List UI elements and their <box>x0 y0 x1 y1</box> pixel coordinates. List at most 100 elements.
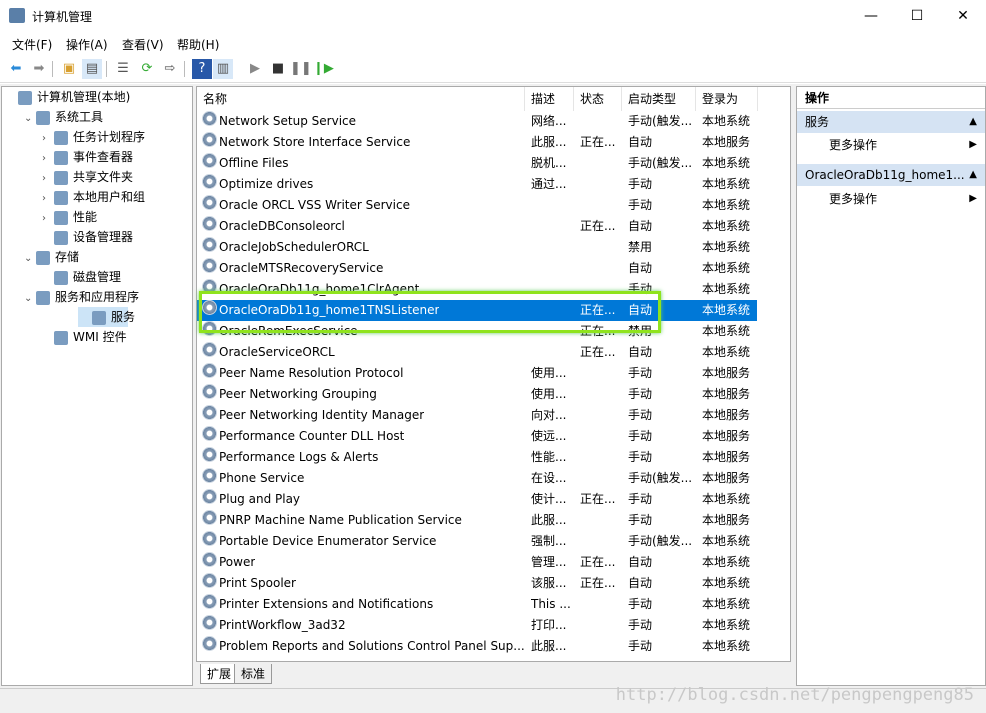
actions-section-selected-service[interactable]: OracleOraDb11g_home1... ▲ <box>797 164 985 186</box>
node-icon <box>54 190 68 205</box>
table-row[interactable]: OracleMTSRecoveryService 自动 本地系统 <box>197 258 757 279</box>
actions-section-services[interactable]: 服务 ▲ <box>797 111 985 133</box>
expander-icon[interactable]: › <box>42 129 54 149</box>
table-row[interactable]: Plug and Play 使计... 正在... 手动 本地系统 <box>197 489 757 510</box>
table-row[interactable]: OracleJobSchedulerORCL 禁用 本地系统 <box>197 237 757 258</box>
tree-item[interactable]: WMI 控件 <box>2 327 192 347</box>
column-header-description[interactable]: 描述 <box>525 87 574 111</box>
action-pane-icon[interactable]: ▥ <box>213 59 233 79</box>
service-startup-type: 手动 <box>628 198 653 212</box>
service-name: Printer Extensions and Notifications <box>219 597 434 611</box>
back-icon[interactable]: ⬅ <box>6 59 26 79</box>
more-actions-selected-service[interactable]: 更多操作 ▶ <box>797 188 985 210</box>
tree-item[interactable]: ⌄ 服务和应用程序 <box>2 287 192 307</box>
up-folder-icon[interactable]: ▣ <box>59 59 79 79</box>
menu-help[interactable]: 帮助(H) <box>177 36 219 53</box>
expander-icon[interactable]: ⌄ <box>24 249 36 269</box>
tree-item[interactable]: › 共享文件夹 <box>2 167 192 187</box>
table-row[interactable]: OracleServiceORCL 正在... 自动 本地系统 <box>197 342 757 363</box>
menu-view[interactable]: 查看(V) <box>122 36 164 53</box>
tree-item[interactable]: 磁盘管理 <box>2 267 192 287</box>
service-description: 使计... <box>531 492 567 506</box>
table-row[interactable]: Performance Logs & Alerts 性能... 手动 本地服务 <box>197 447 757 468</box>
stop-service-icon[interactable]: ■ <box>268 59 288 79</box>
column-header-name[interactable]: 名称 <box>197 87 525 111</box>
tab-standard[interactable]: 标准 <box>234 664 273 684</box>
tree-item-label: 系统工具 <box>55 110 104 124</box>
tree-item[interactable]: › 性能 <box>2 207 192 227</box>
table-row[interactable]: Network Setup Service 网络... 手动(触发... 本地系统 <box>197 111 757 132</box>
table-row[interactable]: Optimize drives 通过... 手动 本地系统 <box>197 174 757 195</box>
table-row[interactable]: PNRP Machine Name Publication Service 此服.… <box>197 510 757 531</box>
tree-item[interactable]: ⌄ 存储 <box>2 247 192 267</box>
column-header-startup-type[interactable]: 启动类型 <box>622 87 696 111</box>
more-actions-services[interactable]: 更多操作 ▶ <box>797 134 985 156</box>
help-icon[interactable]: ? <box>192 59 212 79</box>
tree-item[interactable]: › 任务计划程序 <box>2 127 192 147</box>
menu-action[interactable]: 操作(A) <box>66 36 108 53</box>
separator <box>184 61 185 77</box>
table-row[interactable]: OracleDBConsoleorcl 正在... 自动 本地系统 <box>197 216 757 237</box>
table-row[interactable]: Peer Name Resolution Protocol 使用... 手动 本地服务 <box>197 363 757 384</box>
table-row[interactable]: Power 管理... 正在... 自动 本地系统 <box>197 552 757 573</box>
pause-service-icon[interactable]: ❚❚ <box>290 59 312 79</box>
tab-extended[interactable]: 扩展 <box>200 664 239 684</box>
node-icon <box>54 130 68 145</box>
expander-icon[interactable]: › <box>42 189 54 209</box>
table-row[interactable]: Performance Counter DLL Host 使远... 手动 本地服务 <box>197 426 757 447</box>
table-row[interactable]: Network Store Interface Service 此服... 正在..… <box>197 132 757 153</box>
tree-item[interactable]: 设备管理器 <box>2 227 192 247</box>
service-name: Power <box>219 555 256 569</box>
table-row[interactable]: Problem Reports and Solutions Control Pa… <box>197 636 757 657</box>
properties-icon[interactable]: ☰ <box>113 59 133 79</box>
tree-item[interactable]: ⌄ 系统工具 <box>2 107 192 127</box>
restart-service-icon[interactable]: ❙▶ <box>313 59 334 79</box>
service-name: PrintWorkflow_3ad32 <box>219 618 346 632</box>
collapse-icon[interactable]: ▲ <box>969 164 977 186</box>
service-name: Offline Files <box>219 156 289 170</box>
collapse-icon[interactable]: ▲ <box>969 111 977 133</box>
service-name: OracleServiceORCL <box>219 345 335 359</box>
export-list-icon[interactable]: ⇨ <box>160 59 180 79</box>
service-gear-icon <box>202 531 217 546</box>
menu-file[interactable]: 文件(F) <box>12 36 52 53</box>
table-row[interactable]: Portable Device Enumerator Service 强制... 手… <box>197 531 757 552</box>
service-startup-type: 手动 <box>628 492 653 506</box>
expander-icon[interactable]: › <box>42 209 54 229</box>
table-row[interactable]: Peer Networking Grouping 使用... 手动 本地服务 <box>197 384 757 405</box>
service-gear-icon <box>202 237 217 252</box>
column-header-status[interactable]: 状态 <box>574 87 622 111</box>
service-logon-as: 本地系统 <box>702 345 751 359</box>
expander-icon[interactable]: ⌄ <box>24 289 36 309</box>
expander-icon[interactable]: › <box>42 169 54 189</box>
service-startup-type: 自动 <box>628 576 653 590</box>
table-row[interactable]: Oracle ORCL VSS Writer Service 手动 本地系统 <box>197 195 757 216</box>
show-hide-tree-icon[interactable]: ▤ <box>82 59 102 79</box>
table-row[interactable]: Peer Networking Identity Manager 向对... 手动 本… <box>197 405 757 426</box>
refresh-icon[interactable]: ⟳ <box>137 59 157 79</box>
expander-icon[interactable]: › <box>42 149 54 169</box>
close-button[interactable]: ✕ <box>940 0 986 32</box>
column-header-logon-as[interactable]: 登录为 <box>696 87 758 111</box>
minimize-button[interactable]: — <box>848 0 894 32</box>
table-row[interactable]: Print Spooler 该服... 正在... 自动 本地系统 <box>197 573 757 594</box>
tree-item[interactable]: 计算机管理(本地) <box>2 87 192 107</box>
table-row[interactable]: Phone Service 在设... 手动(触发... 本地服务 <box>197 468 757 489</box>
tree-item[interactable]: › 本地用户和组 <box>2 187 192 207</box>
service-gear-icon <box>202 258 217 273</box>
tree-item[interactable]: 服务 <box>78 307 135 327</box>
service-name: Phone Service <box>219 471 305 485</box>
service-logon-as: 本地服务 <box>702 471 751 485</box>
table-row[interactable]: Offline Files 脱机... 手动(触发... 本地系统 <box>197 153 757 174</box>
start-service-icon[interactable]: ▶ <box>245 59 265 79</box>
node-icon <box>54 210 68 225</box>
service-logon-as: 本地系统 <box>702 156 751 170</box>
table-row[interactable]: Printer Extensions and Notifications This… <box>197 594 757 615</box>
tree-item[interactable]: › 事件查看器 <box>2 147 192 167</box>
expander-icon[interactable]: ⌄ <box>24 109 36 129</box>
forward-icon[interactable]: ➡ <box>29 59 49 79</box>
node-icon <box>54 230 68 245</box>
maximize-button[interactable]: ☐ <box>894 0 940 32</box>
table-row[interactable]: PrintWorkflow_3ad32 打印... 手动 本地系统 <box>197 615 757 636</box>
separator <box>52 61 53 77</box>
